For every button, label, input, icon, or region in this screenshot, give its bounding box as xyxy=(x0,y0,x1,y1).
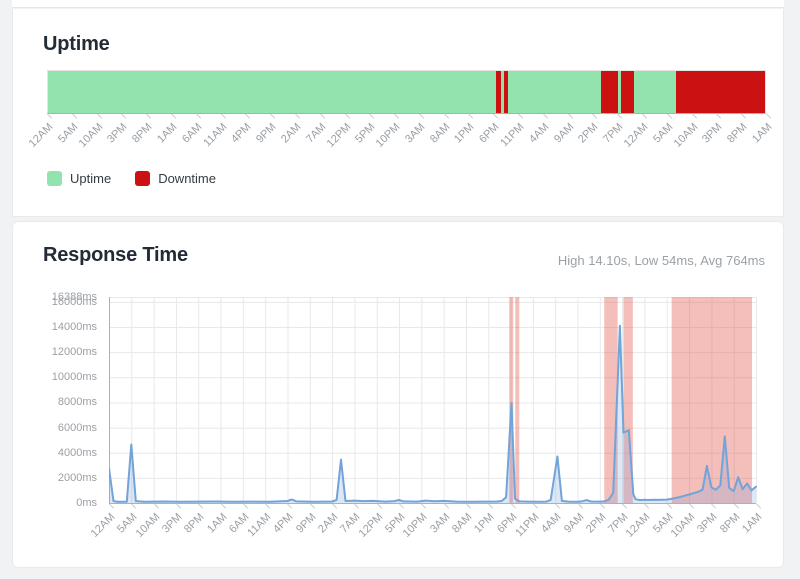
x-tick-mark xyxy=(689,504,694,509)
y-axis-label: 12000ms xyxy=(52,346,97,358)
x-tick-mark xyxy=(645,504,650,509)
x-tick-mark xyxy=(617,114,622,119)
uptime-x-axis: 12AM5AM10AM3PM8PM1AM6AM11AM4PM9PM2AM7AM1… xyxy=(47,114,766,176)
uptime-card: Uptime 12AM5AM10AM3PM8PM1AM6AM11AM4PM9PM… xyxy=(12,9,784,217)
x-tick-mark xyxy=(717,114,722,119)
x-tick-mark xyxy=(469,114,474,119)
uptime-segment-up xyxy=(508,71,602,113)
x-tick-mark xyxy=(345,114,350,119)
x-tick-mark xyxy=(555,504,560,509)
x-tick-mark xyxy=(493,114,498,119)
x-tick-mark xyxy=(667,114,672,119)
x-tick-mark xyxy=(47,114,52,119)
x-tick-mark xyxy=(543,114,548,119)
x-tick-mark xyxy=(171,114,176,119)
x-tick-mark xyxy=(394,114,399,119)
x-tick-mark xyxy=(310,504,315,509)
response-chart-svg xyxy=(109,297,758,505)
y-axis-label: 8000ms xyxy=(58,396,97,408)
x-tick-mark xyxy=(421,504,426,509)
x-tick-mark xyxy=(122,114,127,119)
x-tick-mark xyxy=(332,504,337,509)
downtime-band xyxy=(672,297,752,503)
x-tick-mark xyxy=(642,114,647,119)
x-tick-mark xyxy=(369,114,374,119)
downtime-swatch-icon xyxy=(135,171,150,186)
x-tick-mark xyxy=(444,114,449,119)
y-axis-label: 10000ms xyxy=(52,371,97,383)
response-x-axis: 12AM5AM10AM3PM8PM1AM6AM11AM4PM9PM2AM7AM1… xyxy=(109,504,758,566)
uptime-segment-up xyxy=(48,71,496,113)
x-tick-mark xyxy=(766,114,771,119)
x-tick-mark xyxy=(146,114,151,119)
y-axis-label: 4000ms xyxy=(58,447,97,459)
x-tick-mark xyxy=(466,504,471,509)
x-tick-mark xyxy=(245,114,250,119)
uptime-swatch-icon xyxy=(47,171,62,186)
x-tick-mark xyxy=(221,504,226,509)
uptime-legend: Uptime Downtime xyxy=(47,171,216,186)
x-tick-mark xyxy=(154,504,159,509)
legend-item-uptime: Uptime xyxy=(47,171,111,186)
x-tick-mark xyxy=(600,504,605,509)
x-tick-mark xyxy=(270,114,275,119)
x-tick-mark xyxy=(568,114,573,119)
y-axis-label: 0ms xyxy=(76,497,97,509)
x-tick-mark xyxy=(288,504,293,509)
x-tick-mark xyxy=(692,114,697,119)
x-tick-mark xyxy=(419,114,424,119)
x-tick-mark xyxy=(399,504,404,509)
uptime-status-bar xyxy=(47,70,766,114)
legend-item-downtime: Downtime xyxy=(135,171,216,186)
uptime-segment-down xyxy=(621,71,634,113)
x-tick-mark xyxy=(243,504,248,509)
x-tick-mark xyxy=(377,504,382,509)
x-tick-mark xyxy=(712,504,717,509)
x-tick-mark xyxy=(355,504,360,509)
response-time-card: Response Time High 14.10s, Low 54ms, Avg… xyxy=(12,221,784,568)
uptime-segment-down xyxy=(601,71,618,113)
x-tick-mark xyxy=(741,114,746,119)
downtime-band xyxy=(515,297,519,503)
x-tick-mark xyxy=(533,504,538,509)
x-tick-mark xyxy=(320,114,325,119)
x-tick-mark xyxy=(196,114,201,119)
legend-label: Uptime xyxy=(70,171,111,186)
x-tick-mark xyxy=(97,114,102,119)
x-tick-mark xyxy=(265,504,270,509)
y-axis-label: 2000ms xyxy=(58,472,97,484)
x-tick-mark xyxy=(444,504,449,509)
response-y-axis: 16388ms16000ms14000ms12000ms10000ms8000m… xyxy=(13,297,103,504)
x-tick-mark xyxy=(593,114,598,119)
uptime-segment-down xyxy=(676,71,765,113)
y-axis-label: 16000ms xyxy=(52,296,97,308)
x-tick-mark xyxy=(734,504,739,509)
x-tick-mark xyxy=(131,504,136,509)
x-tick-mark xyxy=(488,504,493,509)
response-plot-area xyxy=(109,297,758,504)
x-tick-mark xyxy=(667,504,672,509)
response-stats: High 14.10s, Low 54ms, Avg 764ms xyxy=(558,253,765,268)
x-tick-mark xyxy=(198,504,203,509)
x-tick-mark xyxy=(511,504,516,509)
x-tick-mark xyxy=(176,504,181,509)
uptime-segment-up xyxy=(634,71,676,113)
x-tick-mark xyxy=(578,504,583,509)
uptime-title: Uptime xyxy=(43,33,110,56)
previous-card-edge xyxy=(12,0,784,8)
x-tick-mark xyxy=(295,114,300,119)
y-axis-label: 6000ms xyxy=(58,422,97,434)
page: { "uptime_card": { "title": "Uptime", "l… xyxy=(0,0,800,579)
x-tick-mark xyxy=(109,504,114,509)
x-tick-mark xyxy=(622,504,627,509)
x-tick-mark xyxy=(518,114,523,119)
y-axis-label: 14000ms xyxy=(52,321,97,333)
x-tick-mark xyxy=(221,114,226,119)
x-tick-mark xyxy=(72,114,77,119)
x-tick-mark xyxy=(756,504,761,509)
response-time-title: Response Time xyxy=(43,244,188,267)
legend-label: Downtime xyxy=(158,171,216,186)
